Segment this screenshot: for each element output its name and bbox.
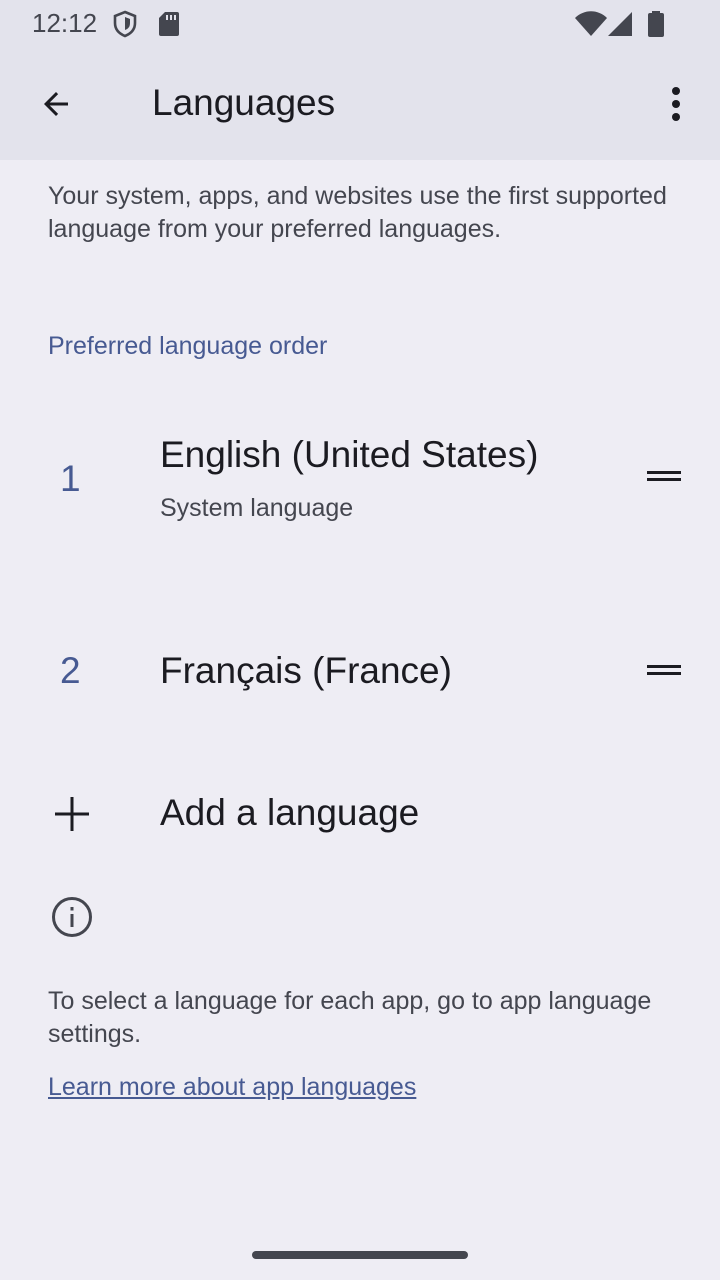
back-button[interactable] (28, 76, 84, 132)
plus-icon (55, 797, 89, 831)
description-text: Your system, apps, and websites use the … (48, 182, 667, 243)
shield-icon (113, 10, 137, 38)
add-language-label: Add a language (160, 792, 420, 833)
add-language-button[interactable]: Add a language (0, 768, 720, 864)
language-name: English (United States) (160, 434, 539, 475)
drag-handle-icon (647, 471, 681, 481)
more-vert-icon (672, 87, 680, 121)
learn-more-link[interactable]: Learn more about app languages (48, 1073, 416, 1102)
status-bar: 12:12 (0, 0, 720, 48)
language-subtitle: System language (160, 494, 354, 522)
drag-handle[interactable] (640, 650, 688, 690)
language-order-number: 1 (60, 458, 81, 499)
page-title: Languages (152, 82, 336, 123)
wifi-icon (575, 11, 607, 36)
drag-handle-icon (647, 665, 681, 675)
drag-handle[interactable] (640, 456, 688, 496)
language-name: Français (France) (160, 650, 452, 691)
language-order-number: 2 (60, 650, 81, 691)
status-time: 12:12 (32, 8, 98, 38)
arrow-back-icon (44, 92, 68, 116)
language-item[interactable]: 2 Français (France) (0, 620, 720, 720)
sd-card-icon (159, 12, 179, 36)
gesture-nav-handle[interactable] (252, 1251, 468, 1259)
more-options-button[interactable] (648, 76, 704, 132)
battery-icon (648, 11, 664, 37)
info-icon (52, 897, 92, 937)
app-bar: Languages (0, 48, 720, 160)
signal-icon (608, 12, 632, 36)
language-item[interactable]: 1 English (United States) System languag… (0, 410, 720, 550)
section-header: Preferred language order (48, 332, 328, 360)
footer-text: To select a language for each app, go to… (48, 987, 652, 1048)
